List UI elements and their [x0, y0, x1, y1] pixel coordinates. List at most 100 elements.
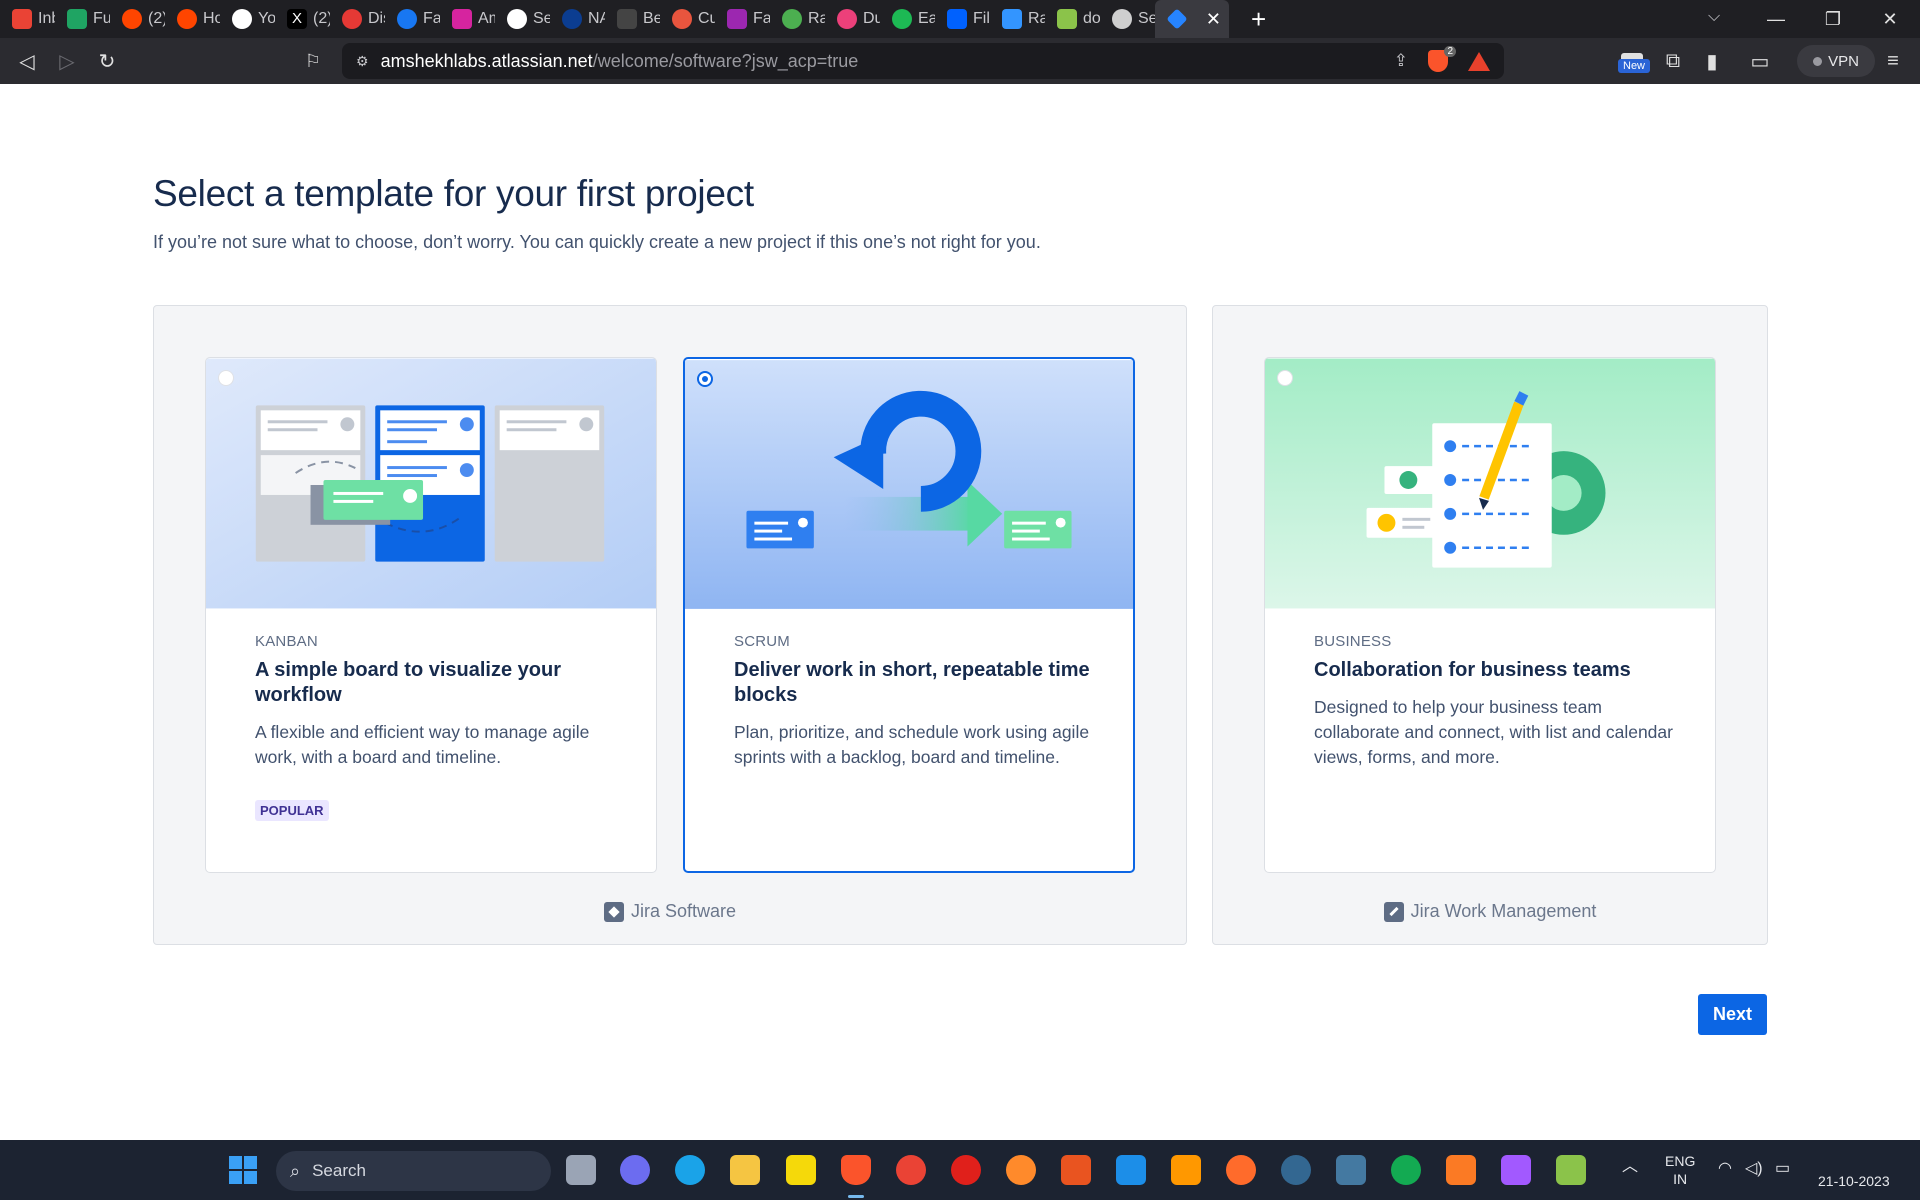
vpn-button[interactable]: VPN — [1797, 45, 1875, 77]
file-explorer-icon[interactable] — [730, 1155, 760, 1185]
active-app-indicator — [848, 1195, 864, 1198]
close-window-icon[interactable]: ✕ — [1862, 0, 1918, 38]
ubuntu-icon[interactable] — [1061, 1155, 1091, 1185]
restore-icon[interactable]: ❐ — [1805, 0, 1861, 38]
tab-doc[interactable]: doc — [1045, 0, 1100, 38]
language-indicator[interactable]: ENG IN — [1665, 1152, 1695, 1188]
volume-icon[interactable]: ◁) — [1745, 1160, 1763, 1178]
business-description: Designed to help your business team coll… — [1314, 697, 1673, 767]
tab-github[interactable]: Your — [220, 0, 275, 38]
page-subtitle: If you’re not sure what to choose, don’t… — [153, 232, 1041, 252]
scrum-radio-selected[interactable] — [697, 371, 713, 387]
mysql-workbench-icon[interactable] — [1336, 1155, 1366, 1185]
sidebar-icon[interactable]: ▮ — [1697, 46, 1727, 76]
taskbar-search-placeholder: Search — [312, 1161, 366, 1180]
search-icon: ⌕ — [290, 1160, 301, 1181]
next-button[interactable]: Next — [1698, 994, 1767, 1035]
back-icon[interactable]: ◁ — [12, 46, 42, 76]
curr-icon — [672, 9, 692, 29]
figma-icon[interactable] — [1501, 1155, 1531, 1185]
x-icon: X — [287, 9, 307, 29]
battery-icon[interactable]: ▭ — [1775, 1160, 1790, 1178]
tab-gmail[interactable]: Inbox — [0, 0, 55, 38]
close-tab-icon[interactable]: ✕ — [1206, 9, 1221, 30]
business-heading: Collaboration for business teams — [1314, 659, 1631, 681]
tab-apple[interactable]: Sett — [1100, 0, 1155, 38]
xampp-icon[interactable] — [1446, 1155, 1476, 1185]
fake-icon — [727, 9, 747, 29]
tab-instagram[interactable]: Ami — [440, 0, 495, 38]
windows-start-icon[interactable] — [229, 1156, 257, 1184]
tab-fake[interactable]: Fake — [715, 0, 770, 38]
bookmark-icon[interactable]: ⚐ — [298, 46, 328, 76]
jira-work-management-icon — [1383, 901, 1404, 922]
url-host: amshekhlabs.atlassian.net — [380, 50, 593, 71]
taskbar-search[interactable]: ⌕ Search — [276, 1151, 551, 1191]
chrome-icon[interactable] — [896, 1155, 926, 1185]
kanban-radio[interactable] — [218, 370, 234, 386]
vpn-status-dot — [1813, 56, 1823, 66]
tab-discord[interactable]: Disc — [330, 0, 385, 38]
business-type-label: BUSINESS — [1314, 633, 1392, 650]
brave-icon[interactable] — [841, 1155, 871, 1185]
tab-x[interactable]: X(2) H — [275, 0, 330, 38]
forward-icon[interactable]: ▷ — [52, 46, 82, 76]
dropbox-icon — [947, 9, 967, 29]
google-drive-icon — [67, 9, 87, 29]
medium-icon — [507, 9, 527, 29]
task-view-icon[interactable] — [566, 1155, 596, 1185]
chat-icon[interactable] — [620, 1155, 650, 1185]
sticky-notes-icon[interactable] — [786, 1155, 816, 1185]
tab-dun[interactable]: Dun — [825, 0, 880, 38]
tab-reddit-1[interactable]: (2) D — [110, 0, 165, 38]
tab-nasa[interactable]: NAS — [550, 0, 605, 38]
tab-search-chevron-icon[interactable]: ⌵ — [1708, 8, 1720, 26]
new-tab-plus-icon[interactable]: + — [1251, 0, 1266, 38]
vscode-icon[interactable] — [1116, 1155, 1146, 1185]
address-bar[interactable]: ⚙ amshekhlabs.atlassian.net/welcome/soft… — [342, 43, 1504, 79]
opera-icon[interactable] — [951, 1155, 981, 1185]
business-radio[interactable] — [1277, 370, 1293, 386]
brave-rewards-icon[interactable] — [1468, 51, 1490, 71]
extensions-puzzle-icon[interactable]: ⧉ — [1658, 46, 1688, 76]
tab-google-drive[interactable]: Full — [55, 0, 110, 38]
kanban-board-illustration — [206, 358, 656, 609]
tab-facebook[interactable]: Face — [385, 0, 440, 38]
reload-icon[interactable]: ↻ — [92, 46, 122, 76]
tab-reddit-2[interactable]: How — [165, 0, 220, 38]
tab-beautiful-ai[interactable]: Bea — [605, 0, 660, 38]
brave-shields-icon[interactable]: 2 — [1428, 46, 1456, 72]
tab-jira-active[interactable]: ✕ — [1155, 0, 1229, 38]
edge-icon[interactable] — [675, 1155, 705, 1185]
minimize-icon[interactable]: — — [1748, 0, 1804, 38]
sublime-text-icon[interactable] — [1171, 1155, 1201, 1185]
postgresql-icon[interactable] — [1281, 1155, 1311, 1185]
beautiful-ai-icon — [617, 9, 637, 29]
business-template-card[interactable]: BUSINESS Collaboration for business team… — [1264, 357, 1716, 873]
reddit-icon — [177, 9, 197, 29]
postman-icon[interactable] — [1226, 1155, 1256, 1185]
brave-shields-count: 2 — [1444, 46, 1456, 57]
nasa-icon — [562, 9, 582, 29]
taskbar-date[interactable]: 21-10-2023 — [1818, 1172, 1890, 1190]
jira-icon — [1166, 8, 1188, 30]
menu-icon[interactable]: ≡ — [1878, 46, 1908, 76]
site-settings-icon[interactable]: ⚙ — [356, 53, 369, 70]
tab-curr[interactable]: Curr — [660, 0, 715, 38]
tab-medium[interactable]: Sett — [495, 0, 550, 38]
share-icon[interactable]: ⇪ — [1394, 51, 1408, 71]
tab-ran[interactable]: Ran — [770, 0, 825, 38]
kanban-template-card[interactable]: KANBAN A simple board to visualize your … — [205, 357, 657, 873]
firefox-icon[interactable] — [1006, 1155, 1036, 1185]
tab-razorpay[interactable]: Raz — [990, 0, 1045, 38]
mongodb-compass-icon[interactable] — [1391, 1155, 1421, 1185]
tab-dropbox[interactable]: Files — [935, 0, 990, 38]
windows-taskbar: ⌕ Search ︿ ENG IN ◠ ◁) ▭ 21-10-2023 — [0, 1140, 1920, 1200]
wifi-icon[interactable]: ◠ — [1718, 1160, 1732, 1178]
show-hidden-icons-chevron[interactable]: ︿ — [1622, 1158, 1638, 1176]
wallet-icon[interactable]: ▭ — [1745, 46, 1775, 76]
scrum-template-card[interactable]: SCRUM Deliver work in short, repeatable … — [683, 357, 1135, 873]
apple-icon — [1112, 9, 1132, 29]
tab-easy[interactable]: Easy — [880, 0, 935, 38]
git-tool-icon[interactable] — [1556, 1155, 1586, 1185]
